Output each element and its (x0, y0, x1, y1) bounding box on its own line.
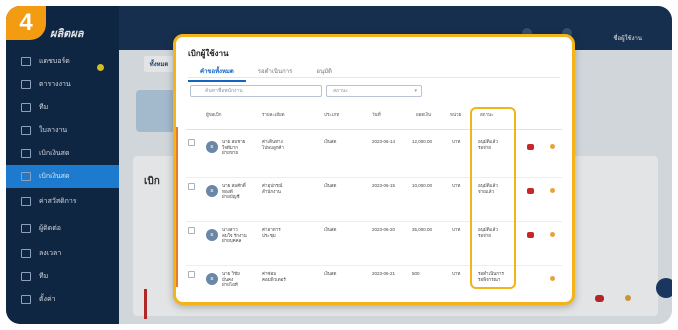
avatar: ผ (206, 185, 218, 197)
screenshot-frame: 4 ผลิตผล แดชบอร์ด ตารางงาน ทีม ใบลางาน เบิกเ… (6, 6, 672, 324)
avatar: ผ (206, 273, 218, 285)
cell-name-line: นาย สมศักดิ์ (222, 183, 246, 188)
status-column-highlight (470, 107, 516, 289)
cell-detail: ค่าซ่อม คอมพิวเตอร์ (262, 271, 286, 282)
status-filter[interactable]: สถานะ ▾ (326, 85, 422, 97)
col-header-amount[interactable]: ยอดเงิน (416, 112, 431, 118)
tab-approved[interactable]: อนุมัติ (304, 64, 344, 82)
cell-unit: บาท (452, 227, 461, 232)
row-checkbox[interactable] (188, 271, 195, 278)
cell-detail-line: ค่าเดินทาง (262, 139, 283, 144)
approval-modal: เบิกผู้ใช้งาน คำขอทั้งหมด รอดำเนินการ อน… (173, 34, 575, 305)
row-checkbox[interactable] (188, 227, 195, 234)
modal-title: เบิกผู้ใช้งาน (188, 49, 229, 58)
cell-amount: 10,000.00 (412, 183, 433, 188)
cell-name-line: ฝ่ายบุคคล (222, 238, 242, 243)
tab-divider (188, 77, 560, 78)
cell-type: เงินสด (324, 271, 337, 276)
tab-all[interactable]: คำขอทั้งหมด (188, 64, 246, 82)
cell-type: เงินสด (324, 227, 337, 232)
chevron-down-icon: ▾ (414, 88, 417, 94)
reject-icon[interactable] (527, 232, 534, 238)
cell-date: 2023-06-21 (372, 271, 396, 276)
cell-unit: บาท (452, 271, 461, 276)
col-header-unit[interactable]: หน่วย (450, 112, 461, 118)
cell-unit: บาท (452, 139, 461, 144)
cell-type: เงินสด (324, 183, 337, 188)
tab-pending[interactable]: รอดำเนินการ (246, 64, 305, 82)
avatar: ผ (206, 229, 218, 241)
approve-icon[interactable] (550, 144, 555, 149)
cell-date: 2023-06-15 (372, 183, 396, 188)
cell-name: นาย สมศักดิ์ ทองดี ฝ่ายบัญชี (222, 183, 246, 200)
cell-detail-line: คอมพิวเตอร์ (262, 276, 286, 282)
status-filter-value: สถานะ (333, 88, 348, 94)
cell-detail: ค่าเดินทาง ไปพบลูกค้า (262, 139, 284, 150)
cell-amount: 12,000.00 (412, 139, 433, 144)
step-badge: 4 (6, 6, 46, 40)
approve-icon[interactable] (550, 276, 555, 281)
col-header-requester[interactable]: ผู้ขอเบิก (206, 112, 222, 118)
col-header-detail[interactable]: รายละเอียด (262, 112, 285, 118)
approve-icon[interactable] (550, 188, 555, 193)
col-header-date[interactable]: วันที่ (372, 112, 381, 118)
cell-name-line: ฝ่ายขาย (222, 150, 239, 155)
cell-name-line: ฝ่ายบัญชี (222, 194, 240, 199)
cell-amount: 35,000.00 (412, 227, 433, 232)
cell-amount: 500 (412, 271, 420, 276)
cell-detail-line: ประชุม (262, 232, 276, 238)
cell-detail-line: ค่าอาหาร (262, 227, 281, 232)
cell-date: 2023-06-14 (372, 139, 396, 144)
cell-detail-line: สำนักงาน (262, 188, 281, 194)
cell-name-line: ฝ่ายไอที (222, 282, 238, 287)
cell-detail-line: ค่าอุปกรณ์ (262, 183, 283, 188)
cell-name-line: นาย วิชัย (222, 271, 240, 276)
modal-tabs: คำขอทั้งหมด รอดำเนินการ อนุมัติ (188, 64, 344, 82)
cell-name-line: นาย สมชาย (222, 139, 246, 144)
cell-detail: ค่าอุปกรณ์ สำนักงาน (262, 183, 282, 194)
col-header-type[interactable]: ประเภท (324, 112, 339, 118)
approve-icon[interactable] (550, 232, 555, 237)
cell-name: นางสาว สมใจ รักงาน ฝ่ายบุคคล (222, 227, 247, 244)
cell-name: นาย วิชัย มั่นคง ฝ่ายไอที (222, 271, 240, 288)
reject-icon[interactable] (527, 188, 534, 194)
cell-type: เงินสด (324, 139, 337, 144)
reject-icon[interactable] (527, 144, 534, 150)
row-checkbox[interactable] (188, 139, 195, 146)
cell-date: 2023-06-20 (372, 227, 396, 232)
cell-detail-line: ไปพบลูกค้า (262, 144, 284, 150)
cell-name: นาย สมชาย ใจดีมาก ฝ่ายขาย (222, 139, 245, 156)
row-checkbox[interactable] (188, 183, 195, 190)
search-input[interactable]: ค้นหาชื่อพนักงาน (190, 85, 322, 97)
cell-detail: ค่าอาหาร ประชุม (262, 227, 281, 238)
scrollbar[interactable] (176, 127, 178, 287)
avatar: ผ (206, 141, 218, 153)
cell-unit: บาท (452, 183, 461, 188)
